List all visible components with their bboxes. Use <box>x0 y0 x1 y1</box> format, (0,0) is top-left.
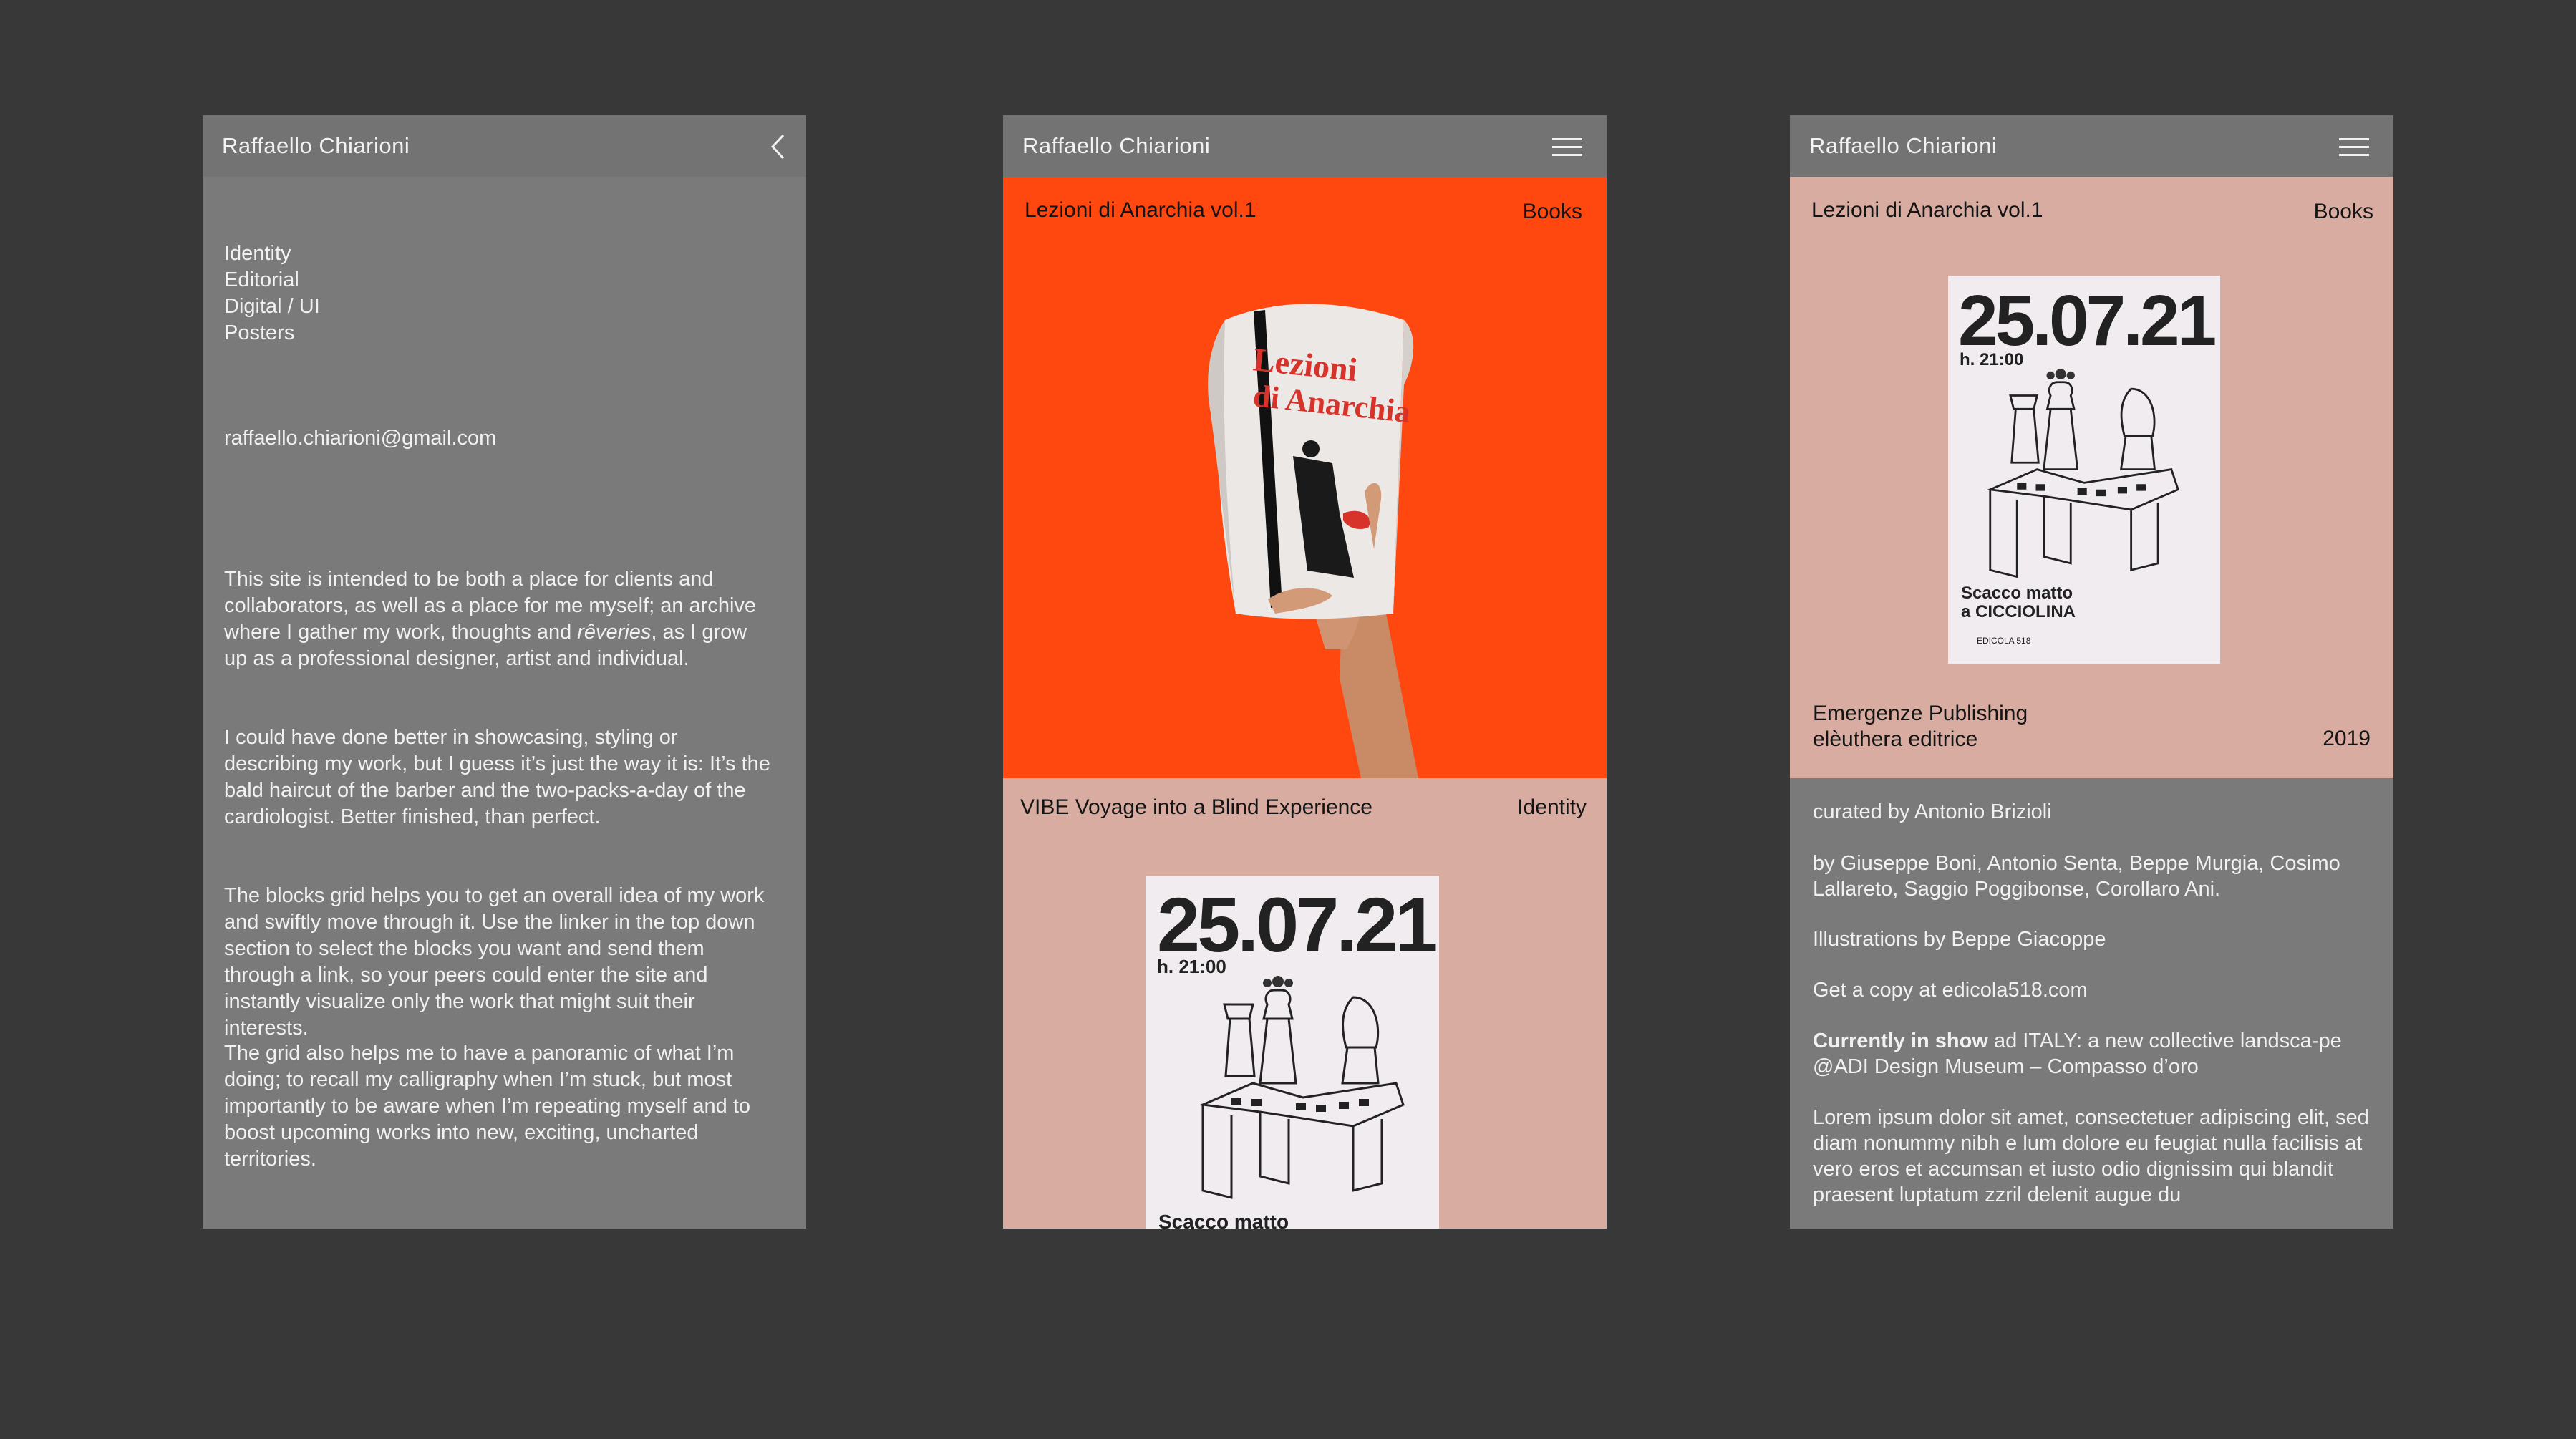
poster-subtitle-2: a CICCIOLINA <box>1961 602 2076 621</box>
top-bar: Raffaello Chiarioni <box>1790 115 2393 177</box>
chess-illustration <box>1199 976 1405 1199</box>
category-list: Identity Editorial Digital / UI Posters <box>224 241 320 347</box>
site-name[interactable]: Raffaello Chiarioni <box>222 133 410 159</box>
project-hero: Lezioni di Anarchia vol.1 Books 25.07.21… <box>1790 177 2393 778</box>
grid-screen: Raffaello Chiarioni Lezioni di Anarchia … <box>1003 115 1607 1229</box>
poster-image: 25.07.21 h. 21:00 <box>1146 876 1439 1229</box>
category-posters[interactable]: Posters <box>224 320 320 347</box>
get-copy-link[interactable]: Get a copy at edicola518.com <box>1813 977 2378 1003</box>
project-title: Lezioni di Anarchia vol.1 <box>1025 198 1256 222</box>
curated-by: curated by Antonio Brizioli <box>1813 800 2052 823</box>
project-title: Lezioni di Anarchia vol.1 <box>1811 198 2043 222</box>
site-name[interactable]: Raffaello Chiarioni <box>1022 133 1210 159</box>
project-block-anarchia[interactable]: Lezioni di Anarchia vol.1 Books Lezioni … <box>1003 177 1607 778</box>
top-bar: Raffaello Chiarioni <box>203 115 806 177</box>
illustrations-credit: Illustrations by Beppe Giacoppe <box>1813 928 2106 951</box>
poster-subtitle: Scacco matto <box>1158 1211 1289 1229</box>
about-paragraph-1: This site is intended to be both a place… <box>224 566 775 672</box>
hamburger-menu-icon[interactable] <box>1552 138 1582 157</box>
project-block-vibe[interactable]: VIBE Voyage into a Blind Experience Iden… <box>1003 778 1607 1229</box>
poster-footer: EDICOLA 518 <box>1977 636 2031 646</box>
about-screen: Raffaello Chiarioni Identity Editorial D… <box>203 115 806 1229</box>
show-info: Currently in show ad ITALY: a new collec… <box>1813 1028 2378 1080</box>
about-paragraph-3: The blocks grid helps you to get an over… <box>224 884 765 1040</box>
project-category: Books <box>2313 200 2373 223</box>
poster-subtitle-1: Scacco matto <box>1961 583 2073 603</box>
project-title: VIBE Voyage into a Blind Experience <box>1020 795 1372 819</box>
authors: by Giuseppe Boni, Antonio Senta, Beppe M… <box>1813 852 2340 901</box>
publisher-2: elèuthera editrice <box>1813 727 1978 751</box>
about-paragraph-2: I could have done better in showcasing, … <box>224 726 770 828</box>
category-digital-ui[interactable]: Digital / UI <box>224 294 320 320</box>
chevron-left-icon[interactable] <box>769 132 786 161</box>
hamburger-menu-icon[interactable] <box>2339 138 2369 157</box>
category-editorial[interactable]: Editorial <box>224 267 320 294</box>
top-bar: Raffaello Chiarioni <box>1003 115 1607 177</box>
reveries-word: rêveries <box>577 621 652 644</box>
site-name[interactable]: Raffaello Chiarioni <box>1809 133 1997 159</box>
category-identity[interactable]: Identity <box>224 241 320 267</box>
project-year: 2019 <box>2323 727 2371 750</box>
lorem-paragraph: Lorem ipsum dolor sit amet, consectetuer… <box>1813 1106 2369 1206</box>
book-photo: Lezioni di Anarchia <box>1208 304 1418 778</box>
project-category: Identity <box>1517 795 1587 819</box>
publisher-1: Emergenze Publishing <box>1813 702 2028 725</box>
publisher-info: Emergenze Publishing elèuthera editrice <box>1813 701 2028 752</box>
email-link[interactable]: raffaello.chiarioni@gmail.com <box>224 425 496 452</box>
poster-image: 25.07.21 h. 21:00 <box>1948 276 2220 664</box>
chess-illustration <box>1986 369 2179 578</box>
project-category: Books <box>1522 200 1582 223</box>
about-paragraph-4: The grid also helps me to have a panoram… <box>224 1042 751 1171</box>
show-label: Currently in show <box>1813 1029 1988 1052</box>
project-detail-screen: Raffaello Chiarioni Lezioni di Anarchia … <box>1790 115 2393 1229</box>
